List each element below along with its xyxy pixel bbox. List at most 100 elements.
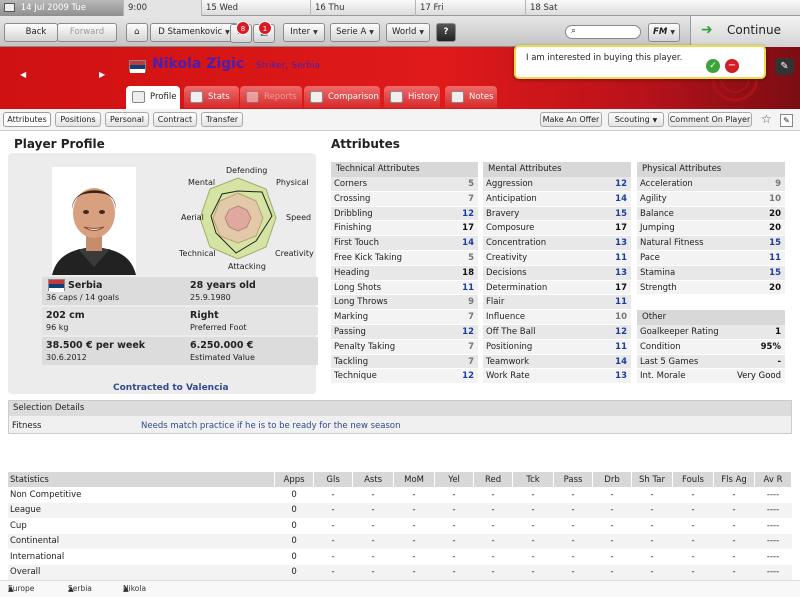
column-header[interactable]: Gls [313, 472, 354, 487]
edit-icon[interactable]: ✎ [780, 114, 793, 127]
star-icon[interactable]: ☆ [761, 112, 772, 126]
column-header[interactable]: Fls Ag [713, 472, 756, 487]
calendar-day[interactable]: 17 Fri [416, 0, 526, 16]
column-header[interactable]: Statistics [8, 472, 276, 487]
continue-button[interactable]: ➜ Continue [690, 16, 800, 47]
wrench-icon[interactable]: ✎ [775, 58, 794, 75]
attribute-row[interactable]: Corners 5 [331, 177, 478, 192]
table-row[interactable]: International 0- - - - - - - - - - - ---- [8, 549, 792, 565]
tab-profile[interactable]: Profile [126, 86, 180, 109]
attribute-row[interactable]: Crossing 7 [331, 191, 478, 207]
attribute-row[interactable]: Last 5 Games - [637, 354, 785, 370]
table-row[interactable]: Overall 0- - - - - - - - - - - ---- [8, 564, 792, 580]
column-header[interactable]: Red [473, 472, 514, 487]
league-menu[interactable]: Serie A ▼ [330, 23, 380, 42]
attribute-row[interactable]: Composure 17 [483, 221, 631, 237]
scouting-menu[interactable]: Scouting ▼ [608, 112, 664, 127]
column-header[interactable]: Pass [553, 472, 594, 487]
subtab-contract[interactable]: Contract [153, 112, 197, 127]
make-offer-button[interactable]: Make An Offer [540, 112, 602, 127]
tab-history[interactable]: History [384, 86, 440, 108]
club-menu[interactable]: Inter ▼ [283, 23, 325, 42]
attribute-row[interactable]: Jumping 20 [637, 221, 785, 237]
next-player-icon[interactable]: ▶ [99, 70, 105, 79]
help-button[interactable]: ? [436, 23, 456, 42]
comment-button[interactable]: Comment On Player [668, 112, 752, 127]
column-header[interactable]: Apps [274, 472, 315, 487]
attribute-row[interactable]: Decisions 13 [483, 265, 631, 281]
attribute-row[interactable]: Tackling 7 [331, 354, 478, 370]
column-header[interactable]: Asts [352, 472, 395, 487]
attribute-row[interactable]: Positioning 11 [483, 339, 631, 355]
attribute-row[interactable]: Dribbling 12 [331, 206, 478, 222]
attribute-row[interactable]: Technique 12 [331, 369, 478, 385]
reject-icon[interactable]: − [725, 59, 739, 73]
attribute-row[interactable]: Agility 10 [637, 191, 785, 207]
attribute-row[interactable]: Anticipation 14 [483, 191, 631, 207]
breadcrumb-item-serbia[interactable]: Serbia ▲ [68, 581, 92, 596]
table-row[interactable]: Continental 0- - - - - - - - - - - ---- [8, 533, 792, 549]
column-header[interactable]: Sh Tar [631, 472, 674, 487]
attribute-row[interactable]: Passing 12 [331, 324, 478, 340]
table-row[interactable]: Cup 0- - - - - - - - - - - ---- [8, 518, 792, 534]
attribute-row[interactable]: Strength 20 [637, 280, 785, 296]
attribute-row[interactable]: Finishing 17 [331, 221, 478, 237]
back-button[interactable]: Back [4, 23, 58, 42]
calendar-day[interactable]: 18 Sat [526, 0, 800, 16]
forward-button[interactable]: Forward [57, 23, 117, 42]
column-header[interactable]: Tck [512, 472, 555, 487]
breadcrumb-item-europe[interactable]: Europe ▲ [8, 581, 34, 596]
subtab-personal[interactable]: Personal [105, 112, 149, 127]
table-row[interactable]: League 0- - - - - - - - - - - ---- [8, 502, 792, 518]
column-header[interactable]: MoM [393, 472, 436, 487]
subtab-attributes[interactable]: Attributes [3, 112, 51, 127]
tab-stats[interactable]: Stats [184, 86, 239, 108]
attribute-row[interactable]: Aggression 12 [483, 177, 631, 192]
attribute-row[interactable]: Concentration 13 [483, 236, 631, 251]
attribute-row[interactable]: Free Kick Taking 5 [331, 250, 478, 266]
column-header[interactable]: Fouls [672, 472, 715, 487]
manager-menu[interactable]: D Stamenkovic ▼ [150, 23, 238, 42]
column-header[interactable]: Yel [434, 472, 475, 487]
tab-comparison[interactable]: Comparison [304, 86, 380, 108]
column-header[interactable]: Av R [754, 472, 792, 487]
calendar-current-day[interactable]: 14 Jul 2009 Tue [0, 0, 124, 16]
world-menu[interactable]: World ▼ [386, 23, 430, 42]
attribute-row[interactable]: Marking 7 [331, 310, 478, 325]
subtab-transfer[interactable]: Transfer [201, 112, 243, 127]
attribute-row[interactable]: Long Throws 9 [331, 295, 478, 311]
previous-player-icon[interactable]: ◀ [20, 70, 26, 79]
attribute-row[interactable]: Int. Morale Very Good [637, 369, 785, 385]
attribute-row[interactable]: Bravery 15 [483, 206, 631, 222]
attribute-row[interactable]: Creativity 11 [483, 250, 631, 266]
confirm-icon[interactable]: ✓ [706, 59, 720, 73]
attribute-row[interactable]: First Touch 14 [331, 236, 478, 251]
attribute-row[interactable]: Work Rate 13 [483, 369, 631, 385]
tab-reports[interactable]: Reports [240, 86, 302, 108]
attribute-row[interactable]: Goalkeeper Rating 1 [637, 325, 785, 340]
breadcrumb-item-player[interactable]: Nikola Zigic ▲ [123, 581, 146, 596]
attribute-row[interactable]: Long Shots 11 [331, 280, 478, 296]
table-row[interactable]: Non Competitive 0- - - - - - - - - - - ---- [8, 487, 792, 503]
attribute-row[interactable]: Teamwork 14 [483, 354, 631, 370]
attribute-row[interactable]: Balance 20 [637, 206, 785, 222]
attribute-row[interactable]: Determination 17 [483, 280, 631, 296]
attribute-row[interactable]: Heading 18 [331, 265, 478, 281]
contracted-to-link[interactable]: Contracted to Valencia [113, 383, 229, 393]
attribute-row[interactable]: Pace 11 [637, 250, 785, 266]
attribute-row[interactable]: Influence 10 [483, 310, 631, 325]
attribute-row[interactable]: Off The Ball 12 [483, 324, 631, 340]
attribute-row[interactable]: Acceleration 9 [637, 177, 785, 192]
attribute-row[interactable]: Condition 95% [637, 339, 785, 355]
tab-notes[interactable]: Notes [445, 86, 497, 108]
home-button[interactable]: ⌂ [126, 23, 148, 42]
attribute-row[interactable]: Natural Fitness 15 [637, 236, 785, 251]
search-input[interactable]: ⌕ [565, 25, 641, 39]
calendar-day[interactable]: 15 Wed [202, 0, 311, 16]
attribute-row[interactable]: Penalty Taking 7 [331, 339, 478, 355]
calendar-day[interactable]: 16 Thu [311, 0, 416, 16]
column-header[interactable]: Drb [592, 472, 632, 487]
attribute-row[interactable]: Flair 11 [483, 295, 631, 311]
subtab-positions[interactable]: Positions [55, 112, 101, 127]
fm-menu[interactable]: FM ▼ [648, 23, 680, 42]
